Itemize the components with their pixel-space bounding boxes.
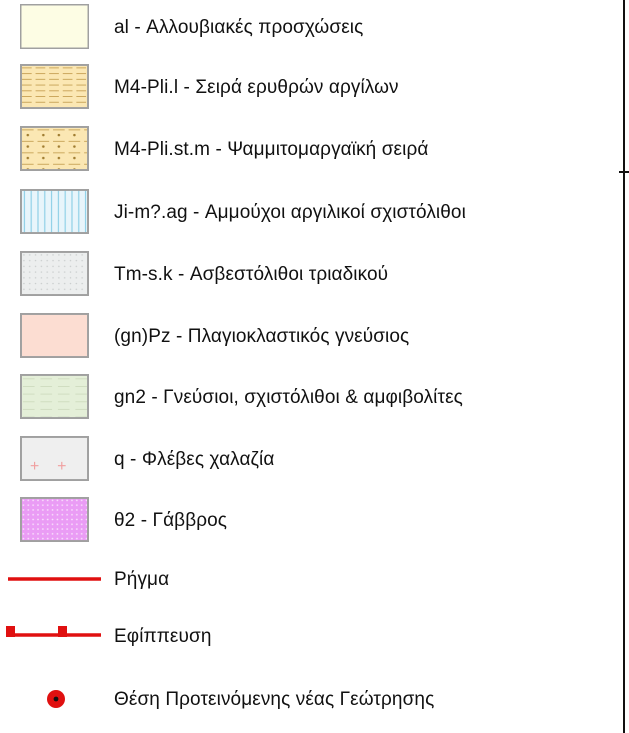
thrust-line-icon (6, 626, 101, 637)
legend-swatch-al (20, 4, 89, 49)
legend-swatch-m4-pli-st-m (20, 126, 89, 171)
fault-line-icon (8, 577, 101, 581)
legend-label-gn-pz: (gn)Pz - Πλαγιοκλαστικός γνεύσιος (114, 326, 410, 347)
legend-item-ji-m-ag: Ji-m?.ag - Αμμούχοι αργιλικοί σχιστόλιθο… (0, 189, 618, 237)
legend-item-m4-pli-st-m: M4-Pli.st.m - Ψαμμιτομαργαϊκή σειρά (0, 126, 618, 174)
legend-label-m4-pli-st-m: M4-Pli.st.m - Ψαμμιτομαργαϊκή σειρά (114, 139, 429, 160)
legend-item-theta2: θ2 - Γάββρος (0, 497, 618, 545)
legend-label-al: al - Αλλουβιακές προσχώσεις (114, 17, 364, 38)
legend-label-m4-pli-l: M4-Pli.l - Σειρά ερυθρών αργίλων (114, 77, 399, 98)
legend-swatch-q (20, 436, 89, 481)
legend-item-gn-pz: (gn)Pz - Πλαγιοκλαστικός γνεύσιος (0, 313, 618, 361)
legend-item-fault: Ρήγμα (0, 556, 618, 604)
borehole-point-icon (47, 690, 65, 708)
legend-swatch-theta2 (20, 497, 89, 542)
legend-swatch-ji-m-ag (20, 189, 89, 234)
legend-swatch-gn-pz (20, 313, 89, 358)
legend-swatch-tm-s-k (20, 251, 89, 296)
legend-item-q: q - Φλέβες χαλαζία (0, 436, 618, 484)
legend-label-ji-m-ag: Ji-m?.ag - Αμμούχοι αργιλικοί σχιστόλιθο… (114, 202, 466, 223)
legend-label-borehole: Θέση Προτεινόμενης νέας Γεώτρησης (114, 689, 435, 710)
legend-label-theta2: θ2 - Γάββρος (114, 510, 228, 531)
legend-label-thrust: Εφίππευση (114, 626, 212, 647)
legend-swatch-m4-pli-l (20, 64, 89, 109)
legend-item-borehole: Θέση Προτεινόμενης νέας Γεώτρησης (0, 676, 618, 724)
legend-label-fault: Ρήγμα (114, 569, 170, 590)
legend-item-gn2: gn2 - Γνεύσιοι, σχιστόλιθοι & αμφιβολίτε… (0, 374, 618, 422)
legend-item-al: al - Αλλουβιακές προσχώσεις (0, 4, 618, 52)
legend-label-q: q - Φλέβες χαλαζία (114, 449, 275, 470)
map-frame-tick (619, 171, 629, 173)
map-legend: al - Αλλουβιακές προσχώσεις M4-Pli.l - Σ… (0, 0, 618, 733)
legend-label-tm-s-k: Tm-s.k - Ασβεστόλιθοι τριαδικού (114, 264, 389, 285)
legend-item-tm-s-k: Tm-s.k - Ασβεστόλιθοι τριαδικού (0, 251, 618, 299)
legend-item-m4-pli-l: M4-Pli.l - Σειρά ερυθρών αργίλων (0, 64, 618, 112)
legend-label-gn2: gn2 - Γνεύσιοι, σχιστόλιθοι & αμφιβολίτε… (114, 387, 463, 408)
map-frame-border (623, 0, 625, 733)
legend-item-thrust: Εφίππευση (0, 613, 618, 661)
legend-swatch-gn2 (20, 374, 89, 419)
